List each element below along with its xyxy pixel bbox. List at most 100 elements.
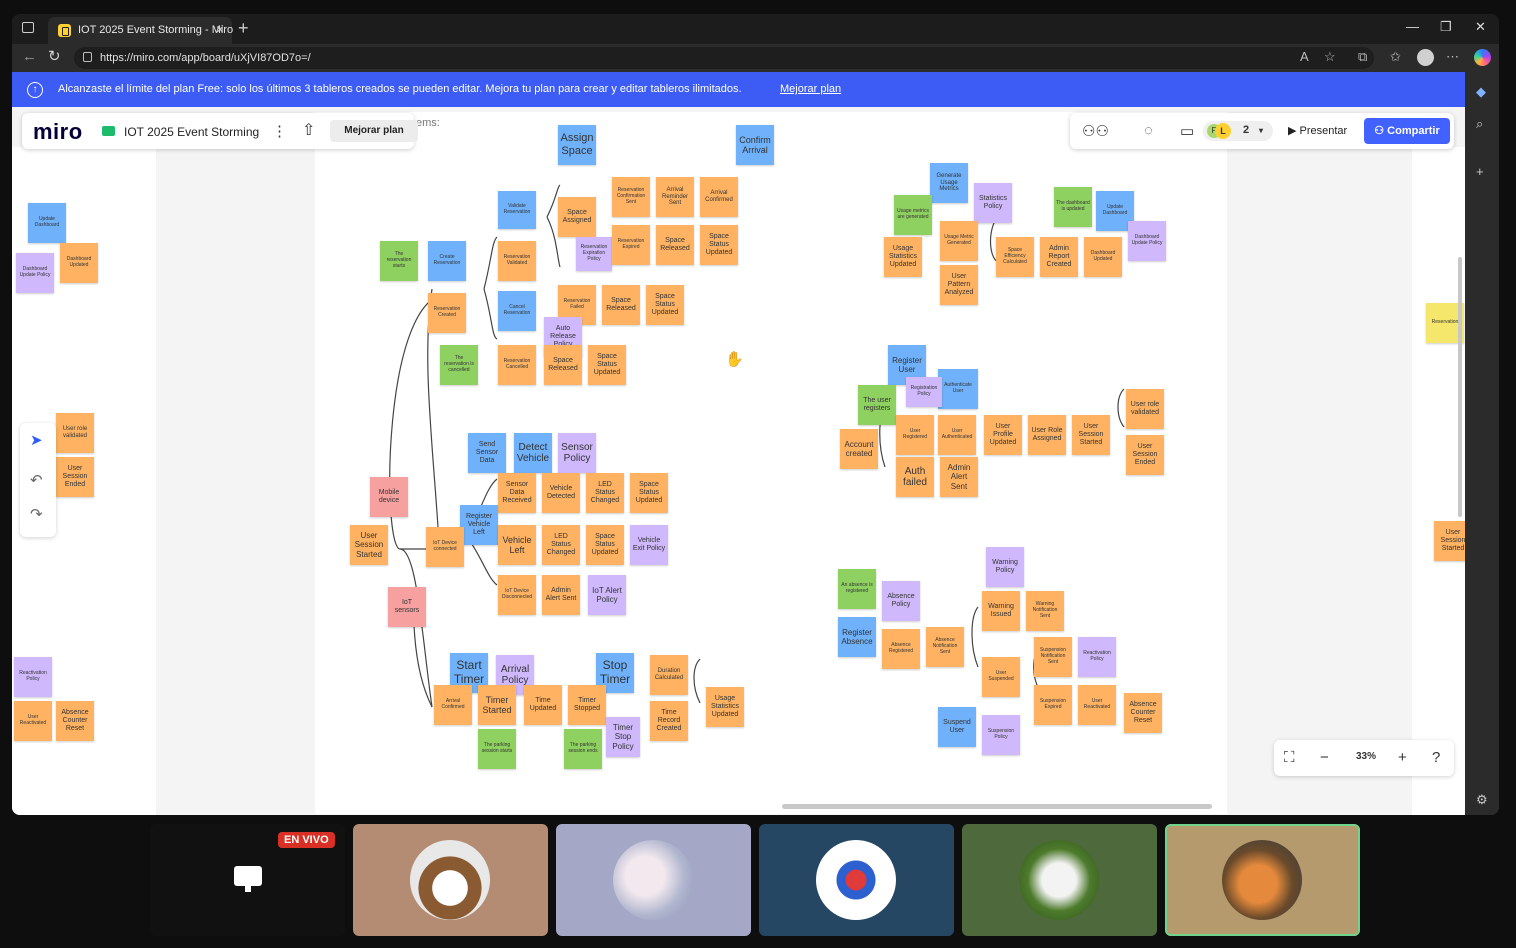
sticky-note[interactable]: IoT Alert Policy xyxy=(588,575,626,615)
favorites-icon[interactable]: ✩ xyxy=(1390,50,1401,64)
sticky-note[interactable]: Cancel Reservation xyxy=(498,291,536,331)
sticky-note[interactable]: Create Reservation xyxy=(428,241,466,281)
sticky-note[interactable]: An absence is registered xyxy=(838,569,876,609)
extensions-icon[interactable]: ⧉ xyxy=(1358,50,1367,64)
sticky-note[interactable]: Absence Notification Sent xyxy=(926,627,964,667)
sticky-note[interactable]: Usage metrics are generated xyxy=(894,195,932,235)
sticky-note[interactable]: Reservation Created xyxy=(428,293,466,333)
vertical-scrollbar[interactable] xyxy=(1458,257,1462,517)
participant-tile[interactable] xyxy=(759,824,954,936)
sticky-note[interactable]: Dashboard Updated xyxy=(1084,237,1122,277)
export-icon[interactable]: ⇧ xyxy=(302,120,315,140)
minimize-icon[interactable]: — xyxy=(1406,20,1419,34)
copilot-icon[interactable] xyxy=(1474,49,1491,66)
sticky-note[interactable]: Vehicle Exit Policy xyxy=(630,525,668,565)
sticky-note[interactable]: User Suspended xyxy=(982,657,1020,697)
sticky-note[interactable]: Space Status Updated xyxy=(630,473,668,513)
sticky-note[interactable]: LED Status Changed xyxy=(542,525,580,565)
sticky-note[interactable]: Space Status Updated xyxy=(700,225,738,265)
sticky-note[interactable]: Warning Notification Sent xyxy=(1026,591,1064,631)
present-button[interactable]: ▶ Presentar xyxy=(1282,120,1360,142)
sticky-note[interactable]: Registration Policy xyxy=(906,377,942,407)
sticky-note[interactable]: Register Absence xyxy=(838,617,876,657)
sticky-note[interactable]: Space Released xyxy=(602,285,640,325)
sticky-note[interactable]: Dashboard Update Policy xyxy=(16,253,54,293)
sticky-note[interactable]: Statistics Policy xyxy=(974,183,1012,223)
sticky-note[interactable]: Sensor Data Received xyxy=(498,473,536,513)
sticky-note[interactable]: Confirm Arrival xyxy=(736,125,774,165)
sticky-note[interactable]: Reservation Cancelled xyxy=(498,345,536,385)
collaborators-button[interactable]: F L 2 ▾ xyxy=(1203,121,1273,141)
sticky-note[interactable]: The parking session starts xyxy=(478,729,516,769)
sticky-note[interactable]: Absence Counter Reset xyxy=(56,701,94,741)
sticky-note[interactable]: The reservation is cancelled xyxy=(440,345,478,385)
sticky-note[interactable]: Mobile device xyxy=(370,477,408,517)
sticky-note[interactable]: User Profile Updated xyxy=(984,415,1022,455)
zoom-in-icon[interactable]: + xyxy=(1398,749,1407,766)
sticky-note[interactable]: User Session Started xyxy=(350,525,388,565)
tab-miro[interactable]: IOT 2025 Event Storming - Miro × xyxy=(48,17,233,44)
sticky-note[interactable]: User role validated xyxy=(56,413,94,453)
sticky-note[interactable]: Time Record Created xyxy=(650,701,688,741)
sticky-note[interactable]: Arrival Confirmed xyxy=(434,685,472,725)
close-window-icon[interactable]: ✕ xyxy=(1475,20,1486,34)
sticky-note[interactable]: Dashboard Update Policy xyxy=(1128,221,1166,261)
sticky-note[interactable]: Admin Alert Sent xyxy=(940,457,978,497)
sticky-note[interactable]: User Registered xyxy=(896,415,934,455)
sticky-note[interactable]: User Authenticated xyxy=(938,415,976,455)
sticky-note[interactable]: Reservation Expired xyxy=(612,225,650,265)
sticky-note[interactable]: Space Released xyxy=(544,345,582,385)
sticky-note[interactable]: Absence Counter Reset xyxy=(1124,693,1162,733)
sticky-note[interactable]: The dashboard is updated xyxy=(1054,187,1092,227)
sticky-note[interactable]: Arrival Confirmed xyxy=(700,177,738,217)
tab-actions-icon[interactable] xyxy=(22,22,34,33)
sticky-note[interactable]: Validate Reservation xyxy=(498,191,536,229)
participant-tile[interactable] xyxy=(556,824,751,936)
sticky-note[interactable]: Suspension Policy xyxy=(982,715,1020,755)
sticky-note[interactable]: IoT Device connected xyxy=(426,527,464,567)
sticky-note[interactable]: User Session Started xyxy=(1072,415,1110,455)
favorite-star-icon[interactable]: ☆ xyxy=(1324,50,1336,64)
miro-logo[interactable]: miro xyxy=(33,119,83,145)
sticky-note[interactable]: User Role Assigned xyxy=(1028,415,1066,455)
participant-tile[interactable] xyxy=(353,824,548,936)
add-icon[interactable]: + xyxy=(1476,164,1484,179)
sticky-note[interactable]: Sensor Policy xyxy=(558,433,596,473)
board-name[interactable]: IOT 2025 Event Storming xyxy=(124,125,259,139)
sticky-note[interactable]: Usage Statistics Updated xyxy=(884,237,922,277)
sticky-note[interactable]: The parking session ends xyxy=(564,729,602,769)
reactions-icon[interactable]: ⚇⚇ xyxy=(1082,122,1109,140)
sticky-note[interactable]: Absence Registered xyxy=(882,629,920,669)
sticky-note[interactable]: Assign Space xyxy=(558,125,596,165)
sticky-note[interactable]: Auth failed xyxy=(896,457,934,497)
presentation-tile[interactable]: EN VIVO xyxy=(150,824,345,936)
sticky-note[interactable]: Detect Vehicle xyxy=(514,433,552,473)
help-icon[interactable]: ? xyxy=(1432,749,1440,766)
select-tool-icon[interactable]: ➤ xyxy=(30,431,43,449)
fit-to-screen-icon[interactable]: ⛶ xyxy=(1284,749,1295,766)
zoom-level[interactable]: 33% xyxy=(1356,751,1376,762)
new-tab-icon[interactable]: + xyxy=(238,18,249,38)
sticky-note[interactable]: User Pattern Analyzed xyxy=(940,265,978,305)
restore-icon[interactable]: ❐ xyxy=(1440,20,1452,34)
redo-icon[interactable]: ↷ xyxy=(30,505,43,523)
read-aloud-icon[interactable]: A xyxy=(1300,50,1309,64)
zoom-out-icon[interactable]: − xyxy=(1320,749,1329,766)
sticky-note[interactable]: Timer Started xyxy=(478,685,516,725)
board-canvas[interactable]: ems: Assign Space Confirm Arrival Valida… xyxy=(12,107,1465,815)
sticky-note[interactable]: Suspend User xyxy=(938,707,976,747)
sticky-note[interactable]: Register Vehicle Left xyxy=(460,505,498,545)
back-icon[interactable]: ← xyxy=(22,49,37,65)
sticky-note[interactable]: The user registers xyxy=(858,385,896,425)
sticky-note[interactable]: The reservation starts xyxy=(380,241,418,281)
sticky-note[interactable]: Space Status Updated xyxy=(588,345,626,385)
sticky-note[interactable]: Suspension Expired xyxy=(1034,685,1072,725)
sticky-note[interactable]: User Reactivated xyxy=(1078,685,1116,725)
sticky-note[interactable]: Space Status Updated xyxy=(646,285,684,325)
sticky-note[interactable]: User Session Ended xyxy=(56,457,94,497)
sticky-note[interactable]: Reactivation Policy xyxy=(1078,637,1116,677)
sticky-note[interactable]: Duration Calculated xyxy=(650,655,688,695)
sticky-note[interactable]: Admin Alert Sent xyxy=(542,575,580,615)
sticky-note[interactable]: Space Efficiency Calculated xyxy=(996,237,1034,277)
sticky-note[interactable]: Usage Metric Generated xyxy=(940,221,978,261)
